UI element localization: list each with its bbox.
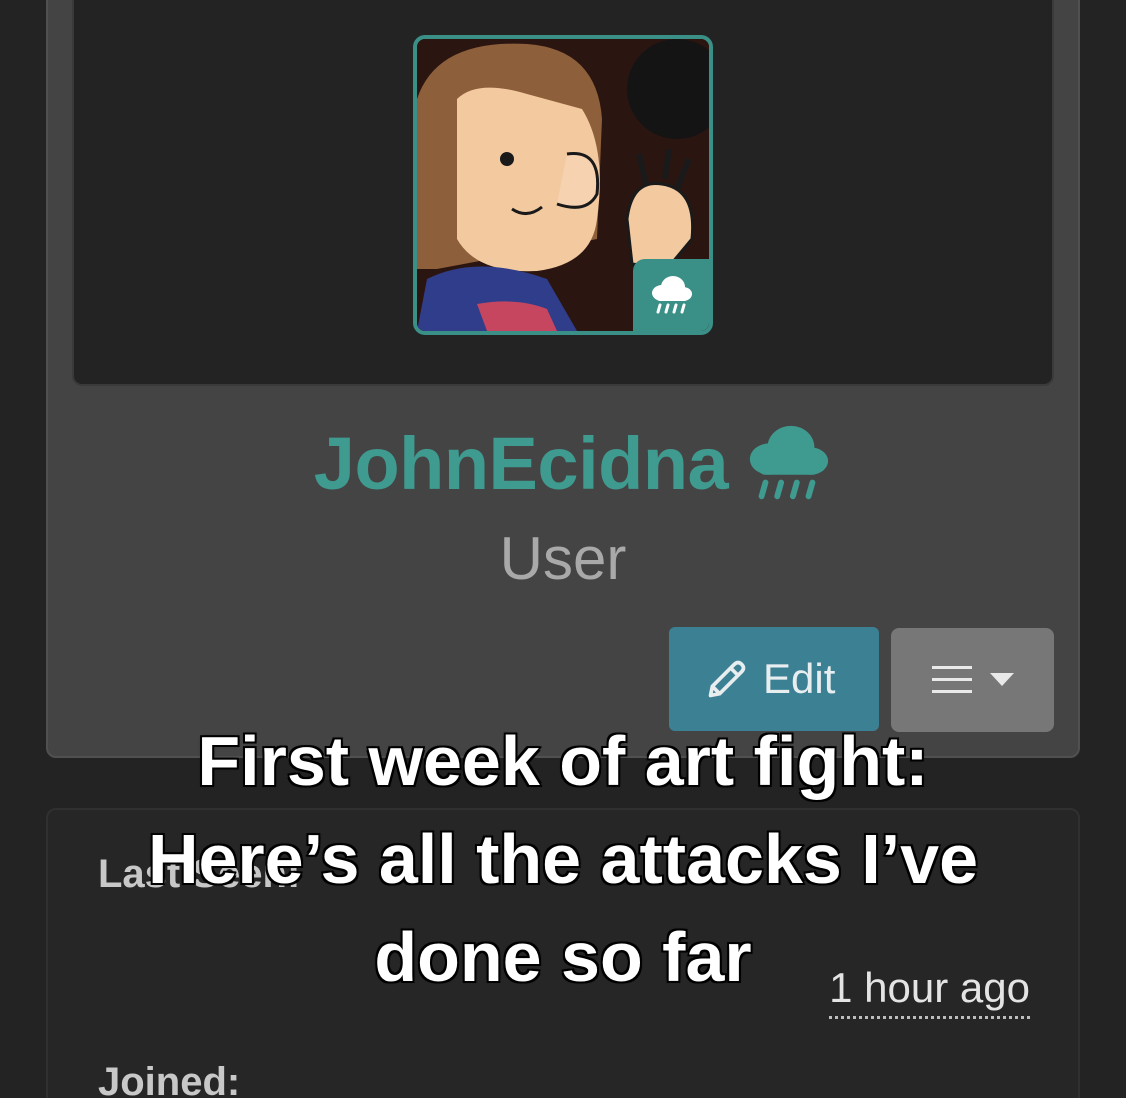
username[interactable]: JohnEcidna bbox=[294, 421, 729, 506]
profile-page: JohnEcidna User Edit Last Seen: 1 hour a… bbox=[0, 0, 1126, 1098]
chevron-down-icon bbox=[989, 673, 1014, 686]
caption-line: done so far bbox=[373, 917, 753, 998]
video-caption-overlay: First week of art fight: Here’s all the … bbox=[0, 712, 1126, 1006]
caption-line: Here’s all the attacks I’ve bbox=[146, 819, 979, 900]
user-rank: User bbox=[499, 525, 627, 592]
avatar[interactable] bbox=[413, 35, 713, 335]
rain-cloud-icon bbox=[750, 425, 829, 500]
username-row: JohnEcidna bbox=[0, 418, 1126, 508]
edit-button-label: Edit bbox=[763, 655, 836, 702]
rain-cloud-icon bbox=[652, 276, 692, 314]
joined-label: Joined: bbox=[98, 1060, 241, 1098]
hamburger-menu-icon bbox=[931, 666, 972, 693]
pencil-icon bbox=[708, 660, 746, 698]
caption-line: First week of art fight: bbox=[196, 721, 930, 802]
avatar-status-badge bbox=[633, 259, 709, 331]
